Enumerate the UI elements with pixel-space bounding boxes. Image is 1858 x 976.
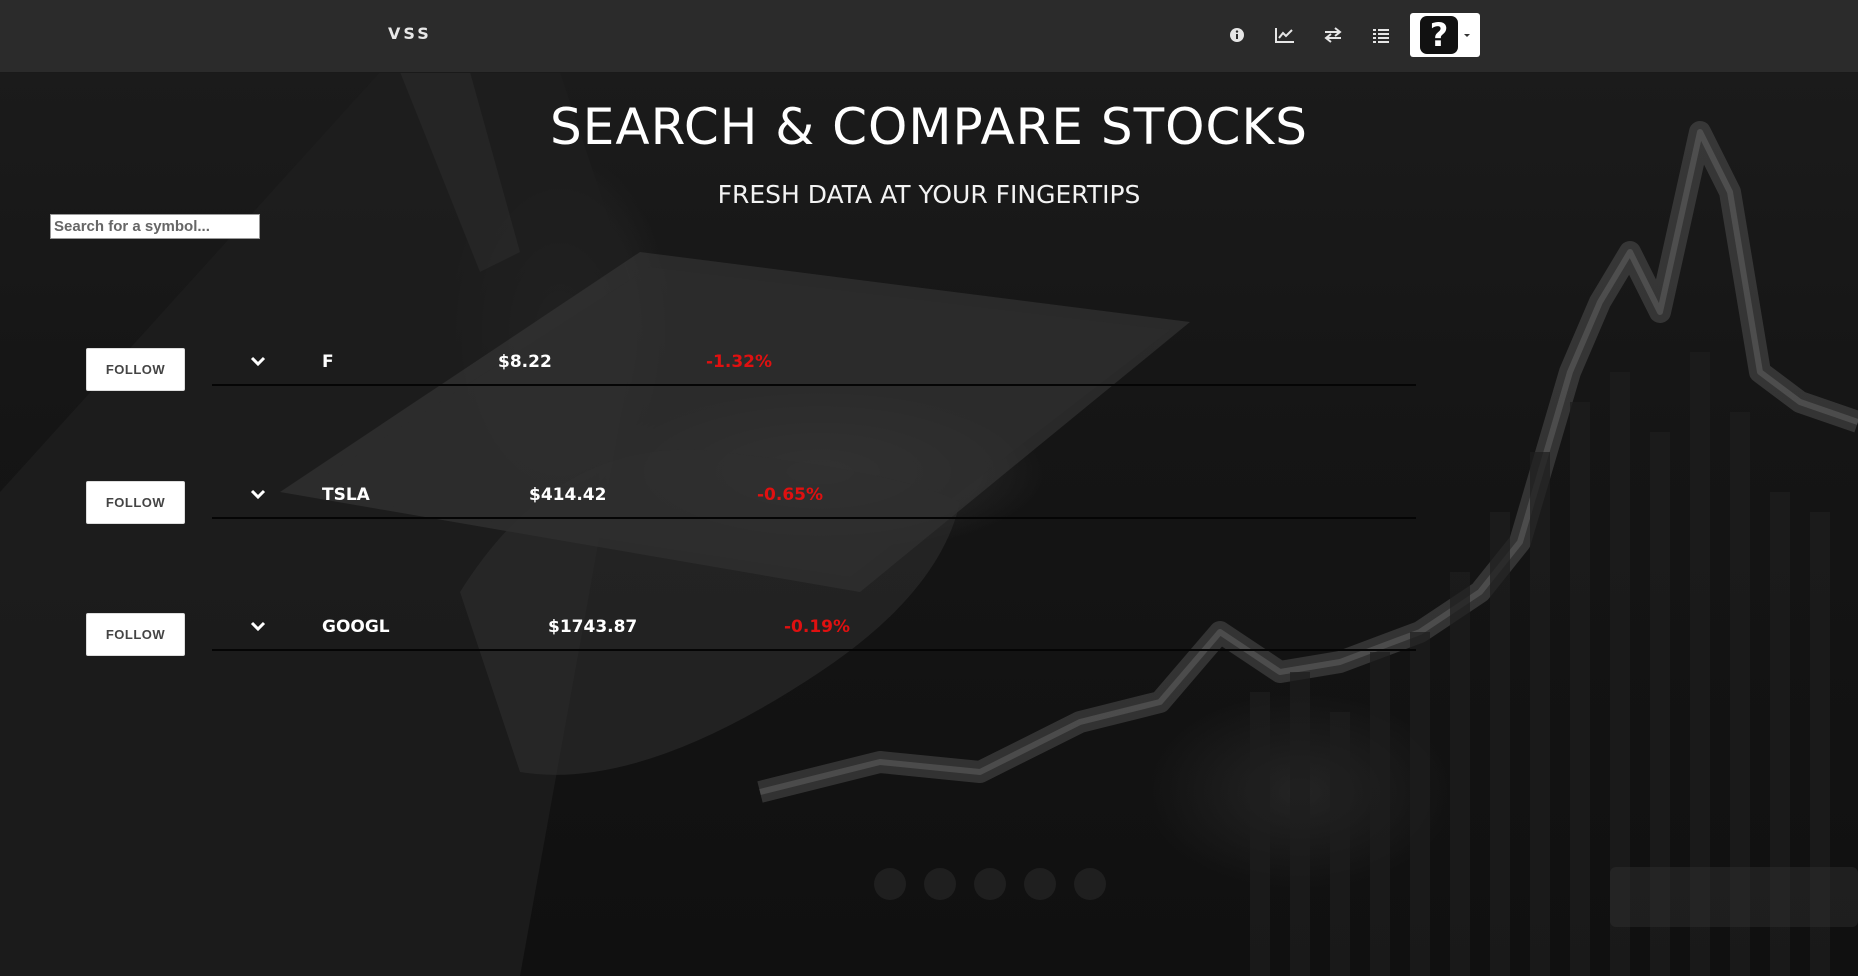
row-divider <box>212 649 1416 651</box>
brand-logo[interactable]: VSS <box>388 24 432 43</box>
chevron-down-icon[interactable] <box>248 619 268 635</box>
stock-symbol: GOOGL <box>322 617 390 637</box>
stock-price: $1743.87 <box>548 617 638 637</box>
exchange-icon[interactable] <box>1320 22 1346 48</box>
follow-button[interactable]: FOLLOW <box>86 348 185 391</box>
stock-row: FOLLOW TSLA $414.42 -0.65% <box>86 481 1416 529</box>
page: VSS ? SEARCH & COMPARE STOCKS FRESH DATA… <box>0 0 1858 976</box>
navbar: VSS ? <box>0 0 1858 73</box>
info-icon[interactable] <box>1224 22 1250 48</box>
chevron-down-icon[interactable] <box>248 354 268 370</box>
chevron-down-icon[interactable] <box>248 487 268 503</box>
user-menu-dropdown[interactable]: ? <box>1410 13 1480 57</box>
stock-change: -0.65% <box>757 485 824 505</box>
stock-price: $8.22 <box>498 352 552 372</box>
stock-row: FOLLOW GOOGL $1743.87 -0.19% <box>86 613 1416 661</box>
stock-symbol: TSLA <box>322 485 370 505</box>
stock-change: -1.32% <box>706 352 773 372</box>
symbol-search-input[interactable] <box>50 214 260 239</box>
stock-price: $414.42 <box>529 485 607 505</box>
row-divider <box>212 384 1416 386</box>
list-icon[interactable] <box>1368 22 1394 48</box>
stock-row: FOLLOW F $8.22 -1.32% <box>86 348 1416 396</box>
line-chart-icon[interactable] <box>1272 22 1298 48</box>
page-title: SEARCH & COMPARE STOCKS <box>0 98 1858 156</box>
stock-change: -0.19% <box>784 617 851 637</box>
page-title-text: SEARCH & COMPARE STOCKS <box>550 98 1308 156</box>
stock-symbol: F <box>322 352 334 372</box>
row-divider <box>212 517 1416 519</box>
follow-button[interactable]: FOLLOW <box>86 481 185 524</box>
follow-button[interactable]: FOLLOW <box>86 613 185 656</box>
avatar: ? <box>1420 16 1458 54</box>
caret-down-icon <box>1464 33 1470 37</box>
page-subtitle: FRESH DATA AT YOUR FINGERTIPS <box>717 180 1141 209</box>
